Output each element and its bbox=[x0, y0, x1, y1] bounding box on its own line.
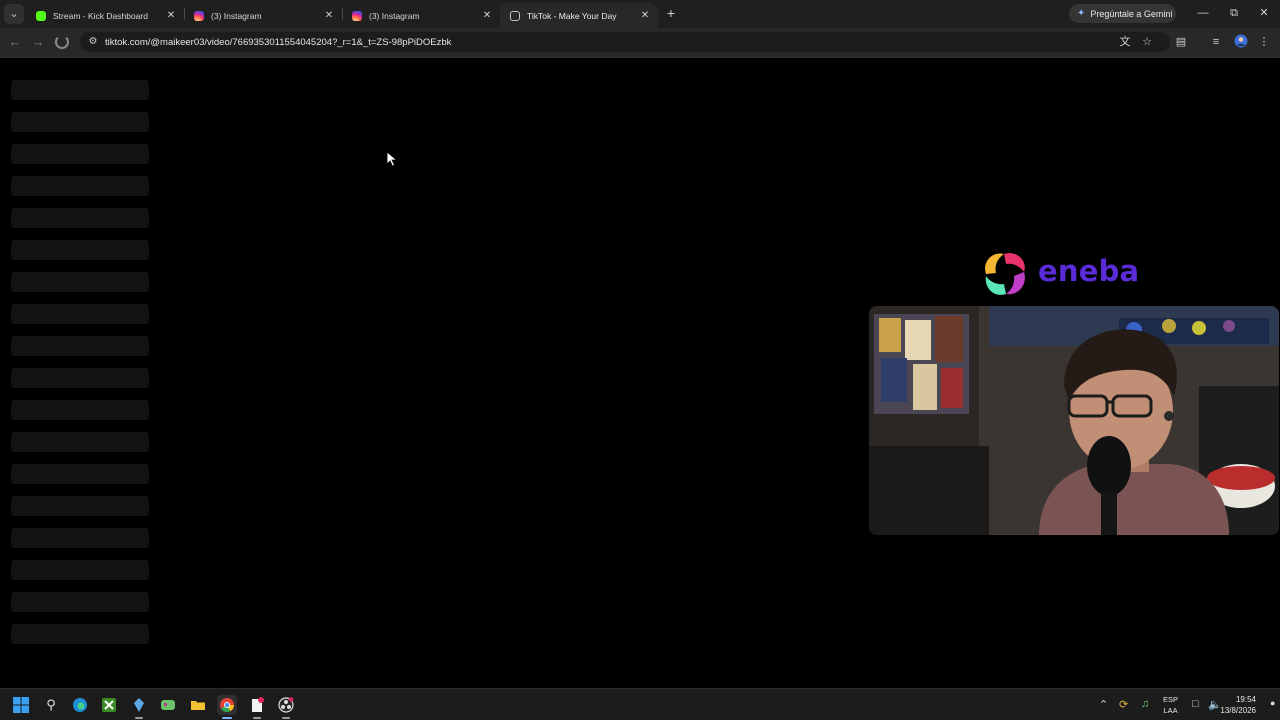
gemini-spark-icon: ✦ bbox=[1077, 8, 1086, 19]
tab-instagram-1[interactable]: (3) Instagram ✕ bbox=[184, 3, 342, 28]
skeleton-nav-item bbox=[11, 464, 149, 484]
new-tab-button[interactable]: + bbox=[664, 6, 678, 20]
loading-spinner-icon[interactable] bbox=[55, 35, 69, 49]
address-bar[interactable]: ⚙ tiktok.com/@maikeer03/video/7669353011… bbox=[80, 32, 1170, 52]
menu-icon[interactable]: ⋮ bbox=[1256, 34, 1272, 50]
tab-title: TikTok - Make Your Day bbox=[527, 10, 617, 21]
xbox-icon[interactable] bbox=[99, 695, 119, 715]
eneba-logo: eneba bbox=[980, 248, 1160, 302]
skeleton-nav-item bbox=[11, 176, 149, 196]
close-icon[interactable]: ✕ bbox=[638, 9, 652, 23]
clock-time: 19:54 bbox=[1235, 695, 1256, 704]
tab-title: (3) Instagram bbox=[211, 10, 262, 21]
microphone-icon[interactable]: ♫ bbox=[1141, 698, 1149, 710]
close-icon[interactable]: ✕ bbox=[322, 9, 336, 23]
network-icon[interactable]: □ bbox=[1192, 698, 1199, 710]
tab-tiktok[interactable]: TikTok - Make Your Day ✕ bbox=[500, 3, 658, 28]
mouse-cursor-icon bbox=[386, 151, 398, 167]
windows-taskbar: ⚲ ⌃ ⟳ ♫ ESP LAA □ 🔈 19:54 13/8/2026 ● bbox=[0, 688, 1280, 720]
back-button[interactable]: ← bbox=[6, 33, 24, 51]
profile-avatar[interactable] bbox=[1233, 34, 1249, 50]
skeleton-nav-item bbox=[11, 240, 149, 260]
notepad-icon[interactable] bbox=[247, 695, 267, 719]
windows-logo-icon bbox=[13, 697, 29, 713]
tiktok-loading-icon bbox=[510, 10, 520, 21]
start-button[interactable] bbox=[11, 695, 31, 715]
tab-instagram-2[interactable]: (3) Instagram ✕ bbox=[342, 3, 500, 28]
show-hidden-icons-chevron-icon[interactable]: ⌃ bbox=[1099, 698, 1108, 711]
search-icon[interactable]: ⚲ bbox=[41, 695, 61, 715]
gemini-button[interactable]: ✦ Pregúntale a Gemini bbox=[1069, 4, 1176, 23]
gamepad-app-icon[interactable] bbox=[158, 695, 178, 715]
file-explorer-icon[interactable] bbox=[188, 695, 208, 715]
skeleton-nav-item bbox=[11, 496, 149, 516]
tab-title: Stream - Kick Dashboard bbox=[53, 10, 148, 21]
url-text[interactable]: tiktok.com/@maikeer03/video/766935301155… bbox=[105, 37, 451, 48]
running-indicator bbox=[135, 717, 143, 719]
running-indicator bbox=[253, 717, 261, 719]
skeleton-nav-item bbox=[11, 400, 149, 420]
tab-kick-dashboard[interactable]: Stream - Kick Dashboard ✕ bbox=[26, 3, 184, 28]
eneba-mark-icon bbox=[985, 253, 1025, 295]
skeleton-nav-item bbox=[11, 112, 149, 132]
kick-icon bbox=[36, 10, 46, 21]
site-info-icon[interactable]: ⚙ bbox=[86, 35, 100, 49]
skeleton-nav-item bbox=[11, 272, 149, 292]
minimize-button[interactable]: — bbox=[1193, 5, 1213, 21]
close-window-button[interactable]: ✕ bbox=[1254, 5, 1274, 21]
skeleton-nav-item bbox=[11, 624, 149, 644]
skeleton-nav-item bbox=[11, 368, 149, 388]
edge-icon[interactable] bbox=[70, 695, 90, 715]
notification-bell-icon[interactable]: ● bbox=[1270, 698, 1275, 708]
keyboard-layout: LAA bbox=[1163, 706, 1178, 715]
media-controls-icon[interactable]: ≡ bbox=[1208, 34, 1224, 50]
close-icon[interactable]: ✕ bbox=[480, 9, 494, 23]
extensions-icon[interactable]: ▤ bbox=[1173, 34, 1189, 50]
clock[interactable]: 19:54 13/8/2026 bbox=[1220, 694, 1256, 716]
running-indicator bbox=[282, 717, 290, 719]
skeleton-nav-item bbox=[11, 336, 149, 356]
skeleton-nav-item bbox=[11, 528, 149, 548]
bookmark-star-icon[interactable]: ☆ bbox=[1139, 34, 1155, 50]
running-indicator bbox=[222, 717, 232, 719]
forward-button[interactable]: → bbox=[29, 33, 47, 51]
webcam-feed bbox=[869, 306, 1279, 535]
tab-title: (3) Instagram bbox=[369, 10, 420, 21]
skeleton-nav-item bbox=[11, 144, 149, 164]
skeleton-nav-item bbox=[11, 208, 149, 228]
app-pin-icon[interactable] bbox=[129, 695, 149, 719]
browser-toolbar: ← → ⚙ tiktok.com/@maikeer03/video/766935… bbox=[0, 28, 1280, 56]
translate-icon[interactable]: 文 bbox=[1117, 34, 1133, 50]
skeleton-nav-item bbox=[11, 560, 149, 580]
skeleton-nav-item bbox=[11, 432, 149, 452]
skeleton-nav-item bbox=[11, 80, 149, 100]
clock-date: 13/8/2026 bbox=[1220, 706, 1256, 715]
webcam-image bbox=[869, 306, 1279, 535]
obs-icon[interactable] bbox=[276, 695, 296, 719]
chrome-icon[interactable] bbox=[217, 695, 237, 719]
tab-search-button[interactable]: ⌄ bbox=[4, 4, 24, 24]
sync-icon[interactable]: ⟳ bbox=[1119, 698, 1128, 711]
instagram-icon bbox=[352, 10, 362, 21]
restore-button[interactable]: ⧉ bbox=[1224, 5, 1244, 21]
skeleton-nav-item bbox=[11, 592, 149, 612]
page-content: eneba bbox=[0, 58, 1280, 688]
eneba-wordmark: eneba bbox=[1038, 254, 1140, 288]
language-code: ESP bbox=[1163, 695, 1179, 704]
tab-strip: ⌄ Stream - Kick Dashboard ✕ (3) Instagra… bbox=[0, 0, 1280, 28]
gemini-label: Pregúntale a Gemini bbox=[1090, 8, 1173, 19]
language-indicator[interactable]: ESP LAA bbox=[1163, 694, 1178, 716]
close-icon[interactable]: ✕ bbox=[164, 9, 178, 23]
instagram-icon bbox=[194, 10, 204, 21]
skeleton-nav-item bbox=[11, 304, 149, 324]
